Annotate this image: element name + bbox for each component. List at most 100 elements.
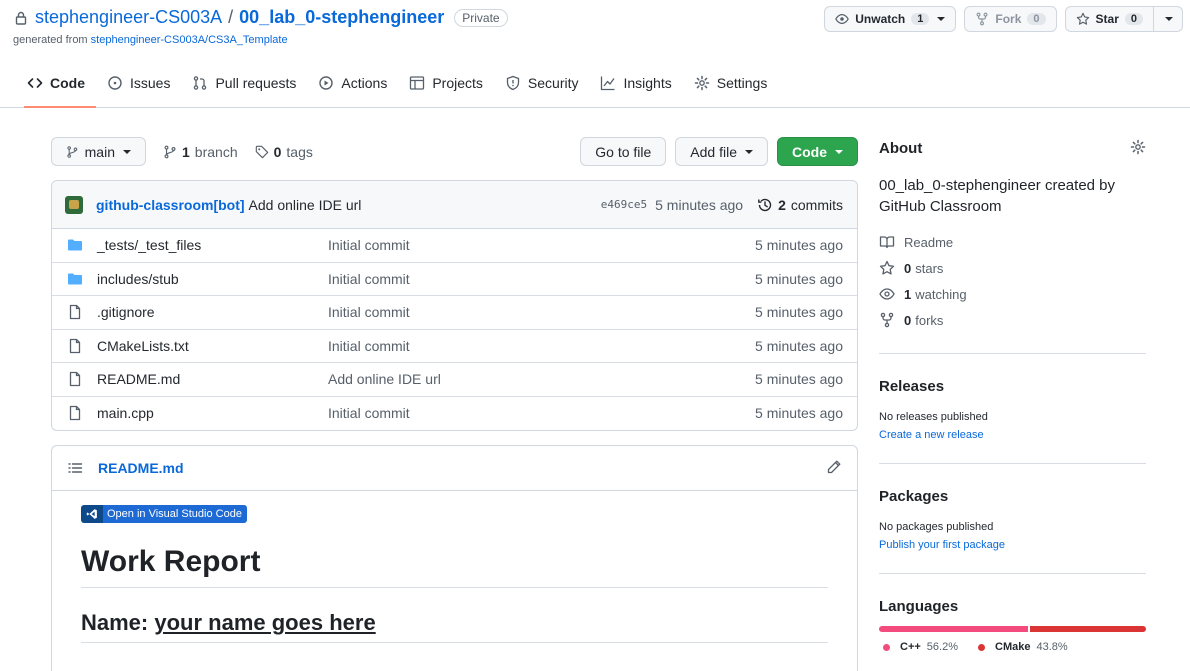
table-row[interactable]: main.cpp Initial commit 5 minutes ago (52, 397, 857, 431)
file-name[interactable]: CMakeLists.txt (97, 338, 328, 354)
branch-name: main (84, 143, 115, 160)
stars-label: stars (915, 260, 944, 276)
file-name[interactable]: main.cpp (97, 405, 328, 421)
star-group: Star 0 (1064, 6, 1183, 32)
tab-code[interactable]: Code (16, 64, 96, 108)
tags-link[interactable]: 0 tags (255, 144, 313, 160)
fork-button[interactable]: Fork 0 (964, 6, 1057, 32)
file-commit-message[interactable]: Initial commit (328, 405, 755, 421)
branch-count: 1 (182, 143, 190, 160)
tab-insights[interactable]: Insights (589, 64, 682, 108)
file-commit-message[interactable]: Initial commit (328, 304, 755, 320)
star-button[interactable]: Star 0 (1064, 6, 1154, 32)
star-list-dropdown[interactable] (1154, 6, 1183, 32)
tab-projects[interactable]: Projects (398, 64, 494, 108)
commit-sha[interactable]: e469ce5 (601, 198, 647, 211)
forks-link[interactable]: 0 forks (879, 307, 1146, 333)
file-commit-message[interactable]: Add online IDE url (328, 371, 755, 387)
file-time: 5 minutes ago (755, 237, 843, 254)
file-name[interactable]: _tests/_test_files (97, 237, 328, 253)
name-value: your name goes here (154, 610, 376, 635)
language-item-cpp[interactable]: C++ 56.2% (883, 641, 958, 653)
table-row[interactable]: .gitignore Initial commit 5 minutes ago (52, 296, 857, 330)
commit-label: commits (790, 196, 843, 213)
publish-package-link[interactable]: Publish your first package (879, 539, 1005, 551)
star-count: 0 (1124, 13, 1143, 25)
tab-actions[interactable]: Actions (307, 64, 398, 108)
file-name[interactable]: README.md (97, 371, 328, 387)
template-link[interactable]: stephengineer-CS003A/CS3A_Template (91, 34, 288, 46)
releases-section: Releases No releases published Create a … (879, 354, 1146, 443)
star-label: Star (1095, 12, 1119, 26)
tab-pull-requests[interactable]: Pull requests (181, 64, 307, 108)
readme-name-heading: Name: your name goes here (81, 610, 828, 643)
language-dot (978, 643, 985, 651)
go-to-file-label: Go to file (595, 143, 652, 160)
repo-owner-link[interactable]: stephengineer-CS003A (35, 7, 222, 28)
readme-label: Readme (904, 234, 954, 250)
watching-link[interactable]: 1 watching (879, 281, 1146, 307)
commit-author[interactable]: github-classroom[bot] (96, 197, 245, 213)
tab-issues[interactable]: Issues (96, 64, 181, 108)
table-row[interactable]: README.md Add online IDE url 5 minutes a… (52, 363, 857, 397)
forks-count: 0 (904, 312, 912, 328)
language-legend: C++ 56.2% CMake 43.8% (879, 641, 1146, 653)
readme-link[interactable]: Readme (879, 229, 1146, 255)
language-name: C++ (900, 641, 921, 653)
language-item-cmake[interactable]: CMake 43.8% (978, 641, 1068, 653)
tab-security[interactable]: Security (494, 64, 590, 108)
repo-actions: Unwatch 1 Fork 0 Star 0 (824, 6, 1183, 32)
open-in-vscode-badge[interactable]: Open in Visual Studio Code (81, 505, 247, 523)
tab-settings[interactable]: Settings (683, 64, 779, 108)
language-bar-segment[interactable] (1029, 626, 1146, 632)
list-icon[interactable] (67, 460, 83, 476)
create-release-link[interactable]: Create a new release (879, 429, 984, 441)
table-row[interactable]: includes/stub Initial commit 5 minutes a… (52, 263, 857, 296)
fork-count: 0 (1027, 13, 1046, 25)
file-name[interactable]: includes/stub (97, 271, 328, 287)
stars-link[interactable]: 0 stars (879, 255, 1146, 281)
table-row[interactable]: _tests/_test_files Initial commit 5 minu… (52, 229, 857, 263)
file-time: 5 minutes ago (755, 270, 843, 287)
tab-insights-label: Insights (623, 75, 672, 91)
pencil-icon[interactable] (826, 459, 842, 478)
add-file-button[interactable]: Add file (675, 137, 768, 166)
readme-filename[interactable]: README.md (98, 460, 826, 476)
file-icon (67, 338, 83, 354)
file-commit-message[interactable]: Initial commit (328, 237, 755, 253)
branches-link[interactable]: 1 branch (163, 144, 238, 160)
issue-icon (108, 76, 122, 90)
readme-heading: Work Report (81, 545, 828, 588)
tag-label: tags (286, 143, 313, 160)
file-commit-message[interactable]: Initial commit (328, 338, 755, 354)
path-separator: / (228, 7, 234, 27)
chevron-down-icon (1165, 17, 1173, 21)
file-name[interactable]: .gitignore (97, 304, 328, 320)
folder-icon (67, 271, 83, 287)
fork-icon (976, 12, 988, 26)
chevron-down-icon (835, 149, 843, 154)
avatar[interactable] (65, 195, 83, 214)
packages-empty: No packages published (879, 521, 994, 533)
eye-icon (879, 286, 895, 302)
graph-icon (601, 76, 616, 91)
language-bar-segment[interactable] (879, 626, 1028, 632)
code-button[interactable]: Code (777, 137, 858, 166)
releases-title[interactable]: Releases (879, 378, 1146, 395)
file-icon (67, 304, 83, 320)
unwatch-button[interactable]: Unwatch 1 (824, 6, 957, 32)
repo-name-link[interactable]: 00_lab_0-stephengineer (239, 7, 444, 28)
releases-empty: No releases published (879, 411, 988, 423)
file-time: 5 minutes ago (755, 371, 843, 388)
repo-sidebar: About 00_lab_0-stephengineer created by … (879, 138, 1146, 653)
generated-from: generated from stephengineer-CS003A/CS3A… (13, 34, 288, 46)
branch-select-button[interactable]: main (51, 137, 146, 166)
star-icon (879, 260, 895, 276)
file-commit-message[interactable]: Initial commit (328, 271, 755, 287)
table-row[interactable]: CMakeLists.txt Initial commit 5 minutes … (52, 330, 857, 363)
commit-message[interactable]: Add online IDE url (249, 197, 362, 213)
packages-title[interactable]: Packages (879, 488, 1146, 505)
gear-icon[interactable] (1130, 139, 1146, 158)
go-to-file-button[interactable]: Go to file (580, 137, 667, 166)
commits-link[interactable]: 2 commits (757, 197, 843, 213)
